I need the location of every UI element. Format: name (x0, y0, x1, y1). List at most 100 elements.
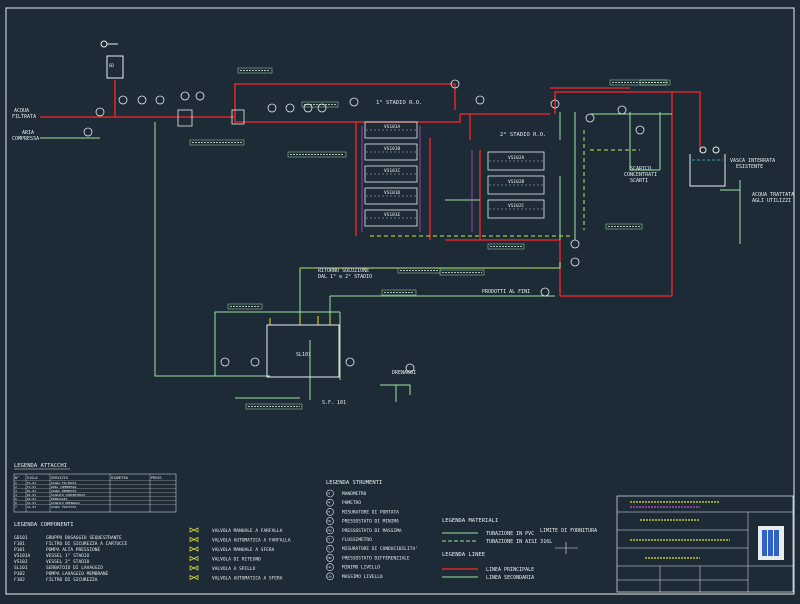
drenaggi-label: DRENAGGI (392, 370, 416, 376)
legend-strumenti: LEGENDA STRUMENTI PI MANOMETRO PH PHMETRO FI… (326, 480, 418, 581)
valve-description: VALVOLA A SPILLO (212, 566, 256, 572)
instrument-code: CT (328, 548, 331, 551)
dosing-tank: GD (100, 40, 124, 79)
instrument-description: PRESSOSTATO DI MINIMA (342, 519, 399, 525)
valve-icon (189, 565, 199, 571)
ritorno-label-2: DAL 1° e 2° STADIO (318, 274, 372, 280)
line-secondaria: LINEA SECONDARIA (486, 575, 534, 581)
valve-icon (189, 574, 199, 581)
instrument-code: PSH (328, 529, 333, 532)
scarichi-label: S.F. 101 (322, 400, 346, 406)
component-code: GD101 (14, 535, 28, 541)
scarico-label-3: SCARTI (630, 178, 648, 184)
table-cell: ACQUA TRATTATA (51, 505, 76, 509)
stage1-title: 1° STADIO R.O. (376, 100, 422, 106)
legend-materiali-title: LEGENDA MATERIALI (442, 518, 498, 524)
valve-description: VALVOLA MANUALE A SFERA (212, 547, 275, 553)
tank-label: SL101 (296, 352, 311, 358)
acqua-out-label-2: AGLI UTILIZZI (752, 198, 791, 204)
valve-icon (189, 536, 199, 543)
component-code: SL101 (14, 565, 28, 571)
instrument-description: FLUSSIMETRO (342, 537, 372, 543)
component-name: FILTRO DI SICUREZZA (46, 577, 98, 583)
valve-description: VALVOLA AUTOMATICA A SFERA (212, 576, 283, 582)
vessel-label: VS102B (508, 179, 525, 185)
instrument-code: FT (328, 539, 331, 542)
valve-icon (189, 546, 199, 552)
instrument-code: FI (328, 511, 331, 514)
vasca-label-2: ESISTENTE (736, 164, 763, 170)
valve-icon (189, 555, 199, 562)
instrument-code: PH (328, 502, 331, 505)
table-header: PRESS. (151, 476, 164, 480)
table-header: SERVIZIO (51, 476, 68, 480)
component-code: F102 (14, 577, 25, 583)
legend-componenti-title: LEGENDA COMPONENTI (14, 522, 74, 528)
line-principale: LINEA PRINCIPALE (486, 567, 534, 573)
instrument-description: PRESSOSTATO DIFFERENZIALE (342, 555, 410, 561)
legend-componenti: LEGENDA COMPONENTI GD101 GRUPPO DOSAGGIO … (14, 522, 128, 583)
air-input-label-2: COMPRESSA (12, 136, 39, 142)
instrument-code: PSL (328, 520, 333, 523)
vessel-label: VS102C (508, 203, 525, 209)
valve-symbol (189, 536, 199, 543)
legend-strumenti-title: LEGENDA STRUMENTI (326, 480, 382, 486)
pid-drawing: GD VS101A VS101B VS101C VS101D VS101E 1°… (0, 0, 800, 600)
component-name: VESSEL 2° STADIO (46, 559, 90, 565)
filter-f101 (177, 109, 245, 127)
valve-description: VALVOLA MANUALE A FARFALLA (212, 528, 283, 534)
material-pvc: TUBAZIONE IN PVC (486, 531, 534, 537)
underground-tank (689, 146, 726, 187)
instrument-code: LSL (328, 566, 333, 569)
legend-attacchi-title: LEGENDA ATTACCHI (14, 463, 67, 469)
component-name: FILTRO DI SICUREZZA A CARTUCCE (46, 541, 128, 547)
component-code: P101 (14, 547, 25, 553)
stage2-vessels: VS102A VS102B VS102C (487, 151, 545, 219)
stage2-title: 2° STADIO R.O. (500, 132, 546, 138)
component-code: P102 (14, 571, 25, 577)
valve-description: VALVOLA AUTOMATICA A FARFALLA (212, 538, 291, 544)
component-name: POMPA LAVAGGIO MEMBRANE (46, 571, 109, 577)
vessel (487, 151, 545, 171)
instrument-description: PHMETRO (342, 500, 361, 506)
instrument-code: LSH (328, 575, 333, 578)
legend-materiali: LEGENDA MATERIALI TUBAZIONE IN PVC TUBAZ… (442, 518, 552, 581)
instrument-description: MANOMETRO (342, 491, 367, 497)
table-header: DIAMETRO (111, 476, 128, 480)
component-code: VS101A (14, 553, 31, 559)
pid-diagram: GD VS101AVS101BVS101CVS101DVS101E 1° STA… (5, 7, 795, 595)
vessel-label: VS101A (384, 124, 401, 130)
component-name: SERBATOIO DI LAVAGGIO (46, 565, 103, 571)
water-input-label-2: FILTRATA (12, 114, 36, 120)
vessel-label: VS101D (384, 190, 401, 196)
vessel (487, 199, 545, 219)
instrument-description: MISURATORE DI PORTATA (342, 509, 399, 515)
valve-symbol (189, 527, 199, 533)
material-aisi: TUBAZIONE IN AISI 316L (486, 539, 552, 545)
valve-symbol (189, 546, 199, 552)
component-name: GRUPPO DOSAGGIO SEQUESTRANTE (46, 535, 122, 541)
stage1-vessels: VS101A VS101B VS101C VS101D VS101E (364, 121, 418, 227)
instrument-code: PDS (328, 557, 333, 560)
vessel-label: VS101B (384, 146, 401, 152)
dosing-tank-label: GD (109, 63, 114, 68)
company-logo (758, 526, 784, 560)
table-header: SIGLA (27, 476, 38, 480)
valve-description: VALVOLA DI RITEGNO (212, 557, 261, 563)
component-name: POMPA ALTA PRESSIONE (46, 547, 100, 553)
valve-symbol (189, 555, 199, 562)
component-code: F101 (14, 541, 25, 547)
table-cell: A1-01 (27, 505, 36, 509)
table-cell: 7 (15, 505, 17, 509)
component-name: VESSEL 1° STADIO (46, 553, 90, 559)
valve-symbol (189, 565, 199, 571)
vessel-label: VS102A (508, 155, 525, 161)
title-block (616, 495, 794, 593)
vessel (487, 175, 545, 195)
valve-symbol (189, 574, 199, 581)
legend-valvole: VALVOLA MANUALE A FARFALLA VALVOLA AUTOMA… (189, 527, 291, 582)
legend-linee-title: LEGENDA LINEE (442, 552, 485, 558)
table-header: N° (15, 476, 19, 480)
prodotti-label: PRODOTTI AL FINI (482, 289, 530, 295)
dashed-line (300, 130, 640, 269)
